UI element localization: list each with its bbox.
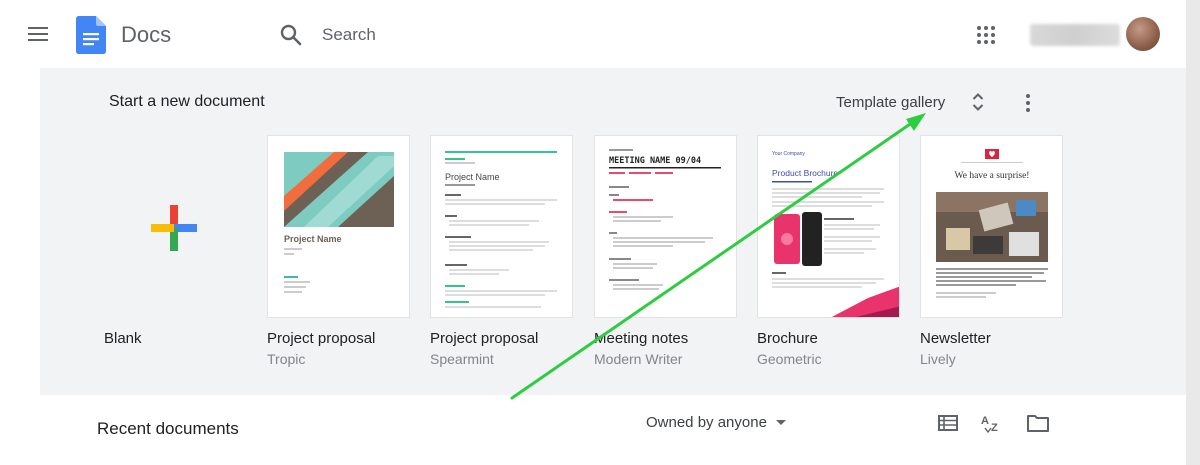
google-apps-icon[interactable] (977, 26, 995, 44)
template-name: Blank (104, 330, 142, 347)
owner-filter-dropdown[interactable]: Owned by anyone (646, 414, 786, 431)
template-name: Project proposal (267, 330, 376, 347)
template-subtitle: Tropic (267, 351, 306, 367)
more-options-icon[interactable] (1026, 94, 1032, 112)
template-tile-spearmint[interactable]: Project Name Project proposal Spearmint (430, 135, 573, 367)
sort-az-icon[interactable]: A Z (980, 412, 1004, 434)
unfold-more-icon[interactable] (972, 92, 984, 112)
window-edge (1186, 0, 1200, 465)
svg-text:Z: Z (991, 422, 998, 434)
svg-text:Your Company: Your Company (772, 151, 805, 157)
template-tile-geometric[interactable]: Your Company Product Brochure Brochure G… (757, 135, 900, 367)
template-subtitle: Lively (920, 351, 956, 367)
template-tile-modern-writer[interactable]: MEETING NAME 09/04 Meeting notes Modern … (594, 135, 737, 367)
spearmint-preview: Project Name (445, 151, 557, 308)
svg-text:We have a surprise!: We have a surprise! (955, 171, 1030, 181)
main-menu-icon[interactable] (28, 27, 48, 42)
template-gallery-label: Template gallery (836, 93, 946, 111)
plus-icon (151, 205, 197, 251)
meeting-notes-preview: MEETING NAME 09/04 (609, 149, 721, 290)
template-subtitle: Spearmint (430, 351, 494, 367)
owner-filter-label: Owned by anyone (646, 414, 767, 431)
newsletter-preview: We have a surprise! (936, 149, 1048, 298)
template-gallery-button[interactable]: Template gallery (836, 84, 957, 120)
caret-down-icon (775, 420, 786, 425)
svg-text:Project Name: Project Name (284, 234, 342, 244)
template-tile-lively[interactable]: We have a surprise! Newsletter Lively (920, 135, 1063, 367)
section-title: Start a new document (109, 93, 265, 110)
svg-text:Project Name: Project Name (445, 172, 500, 182)
top-header: Docs (0, 0, 1200, 68)
svg-text:MEETING NAME 09/04: MEETING NAME 09/04 (609, 156, 701, 166)
template-thumb-blank[interactable] (104, 135, 247, 318)
template-thumb-lively[interactable]: We have a surprise! (920, 135, 1063, 318)
list-view-icon[interactable] (938, 415, 958, 431)
template-name: Brochure (757, 330, 818, 347)
docs-logo-icon[interactable] (76, 16, 106, 54)
tropic-preview: Project Name (284, 152, 394, 293)
search-input[interactable] (312, 20, 912, 50)
template-name: Newsletter (920, 330, 991, 347)
template-subtitle: Geometric (757, 351, 822, 367)
app-title[interactable]: Docs (121, 22, 171, 48)
template-tile-tropic[interactable]: Project Name Project proposal Tropic (267, 135, 410, 367)
recent-documents-title: Recent documents (97, 419, 239, 438)
search-icon[interactable] (280, 24, 302, 46)
folder-icon[interactable] (1027, 414, 1049, 432)
template-thumb-geometric[interactable]: Your Company Product Brochure (757, 135, 900, 318)
template-subtitle: Modern Writer (594, 351, 683, 367)
svg-text:A: A (981, 415, 989, 427)
svg-text:Product Brochure: Product Brochure (772, 168, 838, 178)
template-tile-blank[interactable]: Blank (104, 135, 247, 351)
template-thumb-modern-writer[interactable]: MEETING NAME 09/04 (594, 135, 737, 318)
avatar[interactable] (1126, 17, 1160, 51)
template-name: Project proposal (430, 330, 539, 347)
account-info-blurred (1030, 24, 1120, 46)
docs-home-page: Docs Start a new document Template galle… (0, 0, 1200, 465)
template-name: Meeting notes (594, 330, 689, 347)
template-thumb-spearmint[interactable]: Project Name (430, 135, 573, 318)
template-thumb-tropic[interactable]: Project Name (267, 135, 410, 318)
brochure-preview: Your Company Product Brochure (772, 151, 899, 317)
template-section: Start a new document Template gallery Bl… (40, 68, 1186, 395)
